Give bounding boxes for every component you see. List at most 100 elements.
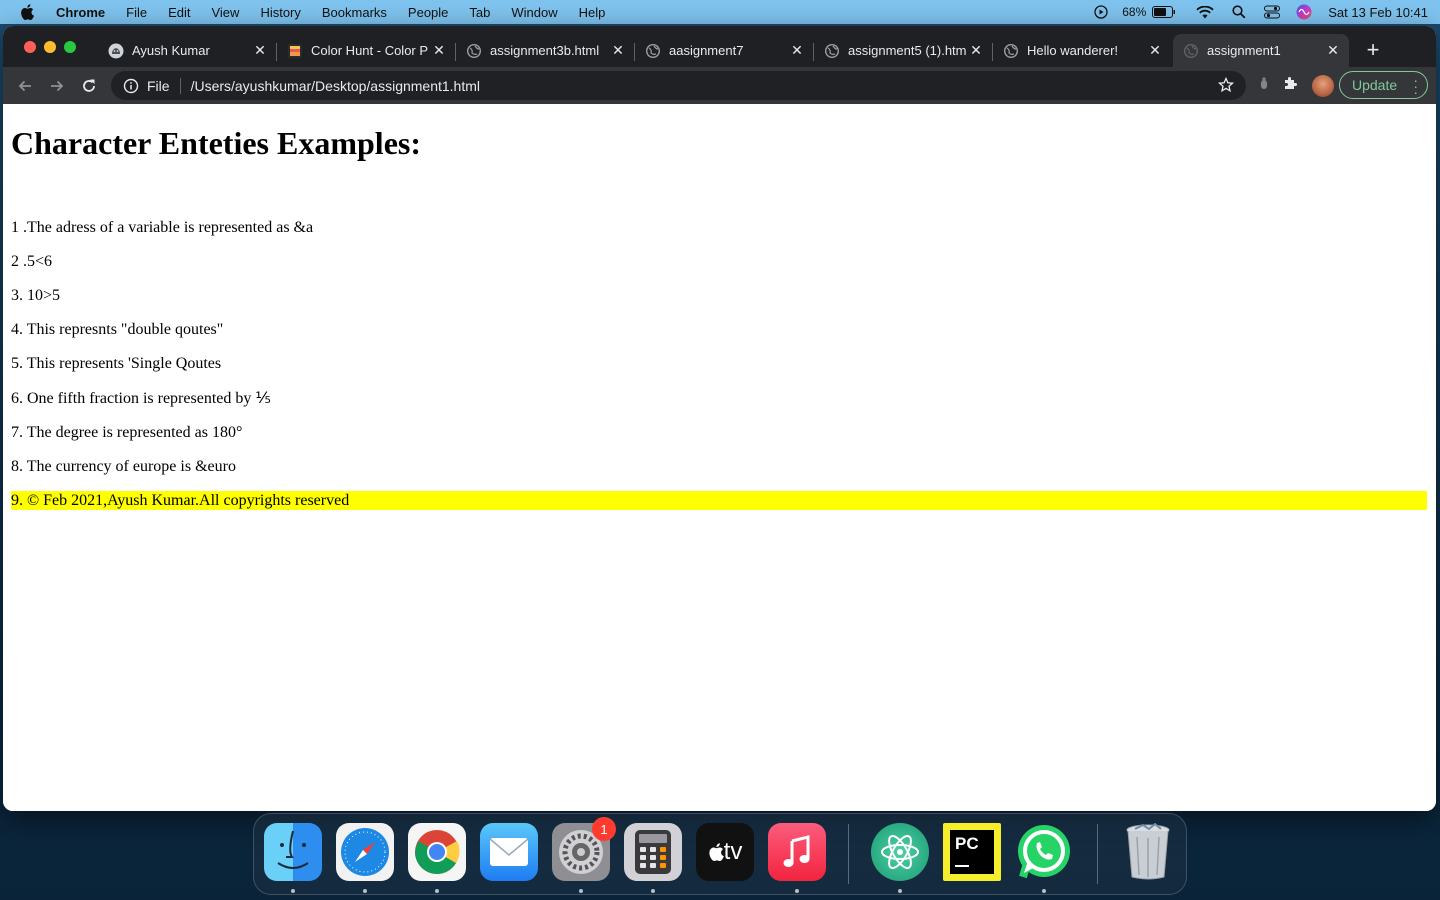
entity-example-8: 8. The currency of europe is &euro [11,458,236,475]
running-indicator [435,889,439,893]
apple-menu-icon[interactable] [20,4,38,20]
tab-assignment5[interactable]: assignment5 (1).htm ✕ [814,34,993,67]
finder-icon[interactable] [264,823,322,881]
tab-title: Ayush Kumar [132,43,210,58]
close-tab-icon[interactable]: ✕ [968,42,984,59]
menu-help[interactable]: Help [579,5,606,20]
dock-separator [848,824,849,884]
tab-title: assignment3b.html [490,43,600,58]
pycharm-label: PC [955,834,979,853]
forward-arrow-icon[interactable] [43,72,71,100]
apple-tv-label: tv [723,838,743,865]
tab-color-hunt[interactable]: Color Hunt - Color P ✕ [277,34,456,67]
entity-example-3: 3. 10>5 [11,287,61,304]
update-label: Update [1352,77,1398,93]
tab-aasignment7[interactable]: aasignment7 ✕ [635,34,814,67]
menu-file[interactable]: File [126,5,147,20]
tab-assignment1[interactable]: assignment1 ✕ [1173,34,1349,67]
reload-icon[interactable] [75,72,103,100]
apple-tv-icon[interactable]: tv [696,823,754,881]
entity-example-1: 1 .The adress of a variable is represent… [11,219,314,236]
entity-example-5: 5. This represents 'Single Qoutes [11,355,222,372]
running-indicator [579,889,583,893]
pycharm-icon[interactable]: PC [943,823,1001,881]
running-indicator [795,889,799,893]
menu-edit[interactable]: Edit [168,5,190,20]
minimize-window-button[interactable] [44,41,56,53]
tab-strip: Ayush Kumar ✕ Color Hunt - Color P ✕ ass… [3,26,1436,67]
menu-window[interactable]: Window [511,5,557,20]
bookmark-star-icon[interactable] [1217,76,1235,96]
running-indicator [1042,889,1046,893]
system-preferences-icon[interactable]: 1 [552,817,616,881]
menu-bookmarks[interactable]: Bookmarks [322,5,387,20]
close-tab-icon[interactable]: ✕ [252,42,268,59]
url-scheme-label: File [147,77,170,94]
menubar-clock[interactable]: Sat 13 Feb 10:41 [1328,5,1428,20]
tab-hello-wanderer[interactable]: Hello wanderer! ✕ [993,34,1171,67]
music-icon[interactable] [768,823,826,881]
close-tab-icon[interactable]: ✕ [789,42,805,59]
extension-icon[interactable] [1260,76,1268,95]
running-indicator [291,889,295,893]
mail-icon[interactable] [480,823,538,881]
chrome-icon[interactable] [408,823,466,881]
window-controls [24,41,84,53]
entity-example-2: 2 .5<6 [11,253,53,270]
more-menu-icon[interactable]: · · · [1413,73,1418,99]
profile-avatar[interactable] [1312,74,1334,97]
globe-icon [466,43,482,59]
page-heading: Character Enteties Examples: [11,125,421,161]
menu-view[interactable]: View [211,5,239,20]
globe-icon [824,43,840,59]
globe-icon [1183,43,1199,59]
url-text[interactable]: /Users/ayushkumar/Desktop/assignment1.ht… [191,78,480,94]
tab-ayush-kumar[interactable]: Ayush Kumar ✕ [98,34,277,67]
toolbar-icons [1246,67,1334,104]
entity-example-6: 6. One fifth fraction is represented by … [11,390,271,407]
new-tab-button[interactable]: + [1361,37,1385,62]
atom-icon[interactable] [871,823,929,881]
browser-toolbar: File /Users/ayushkumar/Desktop/assignmen… [3,67,1436,104]
globe-icon [1003,43,1019,59]
zoom-window-button[interactable] [64,41,76,53]
close-tab-icon[interactable]: ✕ [431,42,447,59]
github-icon [108,43,124,59]
menu-people[interactable]: People [408,5,448,20]
tab-title: aasignment7 [669,43,744,58]
menu-app-name[interactable]: Chrome [56,5,105,20]
globe-icon [645,43,661,59]
close-tab-icon[interactable]: ✕ [1147,42,1163,59]
close-window-button[interactable] [24,41,36,53]
color-hunt-icon [287,43,303,59]
site-info-icon[interactable] [123,78,139,94]
wifi-icon[interactable] [1196,5,1214,19]
battery-percent: 68% [1122,5,1147,19]
running-indicator [898,889,902,893]
browser-window: Ayush Kumar ✕ Color Hunt - Color P ✕ ass… [3,26,1436,811]
trash-icon[interactable] [1119,823,1177,881]
address-bar[interactable]: File /Users/ayushkumar/Desktop/assignmen… [111,71,1246,100]
whatsapp-icon[interactable] [1015,823,1073,881]
entity-example-4: 4. This represnts "double qoutes" [11,321,224,338]
tab-assignment3b[interactable]: assignment3b.html ✕ [456,34,635,67]
close-tab-icon[interactable]: ✕ [610,42,626,59]
menu-history[interactable]: History [260,5,300,20]
running-indicator [651,889,655,893]
menu-tab[interactable]: Tab [469,5,490,20]
battery-icon[interactable] [1152,6,1176,18]
siri-icon[interactable] [1296,4,1312,20]
safari-icon[interactable] [336,823,394,881]
extensions-puzzle-icon[interactable] [1282,75,1298,96]
update-button[interactable]: Update · · · [1339,71,1428,99]
spotlight-search-icon[interactable] [1232,5,1246,19]
running-indicator [363,889,367,893]
calculator-icon[interactable] [624,823,682,881]
dock: 1 tv PC [253,813,1187,895]
notification-badge: 1 [592,817,616,841]
control-center-icon[interactable] [1264,5,1281,19]
screen-recording-icon[interactable] [1094,5,1108,19]
close-tab-icon[interactable]: ✕ [1325,42,1341,59]
back-arrow-icon[interactable] [11,72,39,100]
page-content: Character Enteties Examples: 1 .The adre… [3,104,1436,811]
